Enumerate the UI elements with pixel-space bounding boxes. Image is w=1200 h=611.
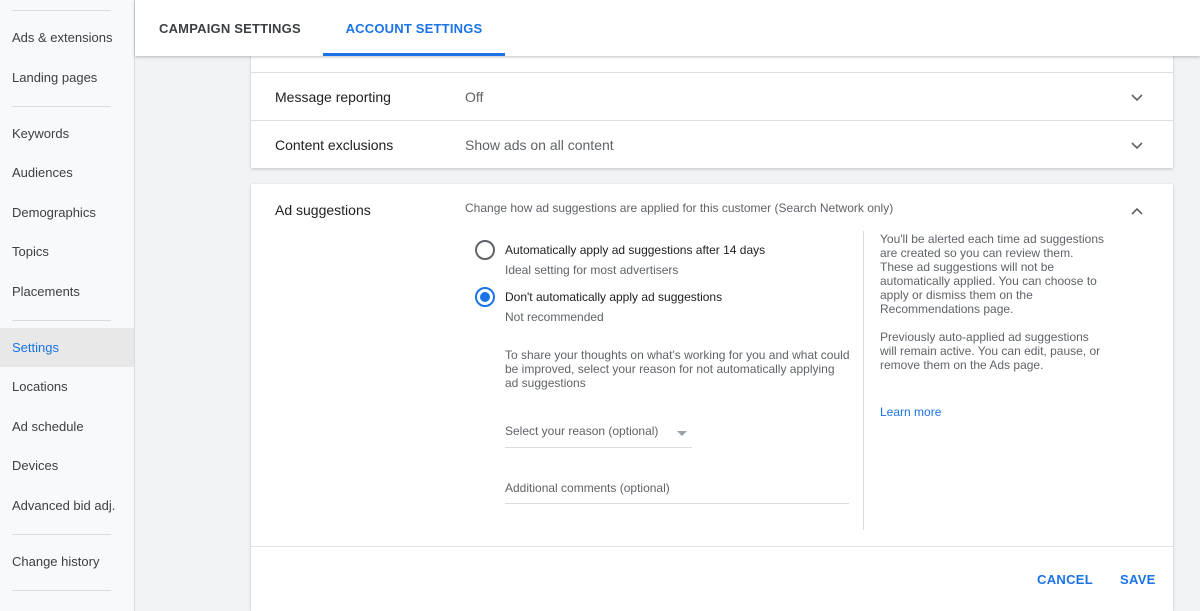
dont-auto-apply-label[interactable]: Don't automatically apply ad suggestions xyxy=(505,290,722,304)
row-label: Content exclusions xyxy=(275,136,394,153)
info-text-previous: Previously auto-applied ad suggestions w… xyxy=(880,330,1101,372)
ad-suggestions-description: Change how ad suggestions are applied fo… xyxy=(465,201,894,215)
active-tab-indicator xyxy=(323,53,505,56)
sidebar-divider xyxy=(12,106,111,107)
sidebar-item-audiences[interactable]: Audiences xyxy=(0,153,134,192)
learn-more-link[interactable]: Learn more xyxy=(880,405,941,419)
sidebar-item-topics[interactable]: Topics xyxy=(0,232,134,271)
sidebar-nav: Ads & extensions Landing pages Keywords … xyxy=(0,0,135,611)
sidebar-item-landing-pages[interactable]: Landing pages xyxy=(0,58,134,97)
tab-account-settings[interactable]: ACCOUNT SETTINGS xyxy=(323,0,505,56)
sidebar-item-keywords[interactable]: Keywords xyxy=(0,114,134,153)
content-exclusions-row[interactable]: Content exclusions Show ads on all conte… xyxy=(251,120,1173,168)
chevron-down-icon[interactable] xyxy=(1129,89,1145,105)
message-reporting-row[interactable]: Message reporting Off xyxy=(251,72,1173,120)
row-value: Off xyxy=(465,88,484,105)
sidebar-item-advanced-bid-adj[interactable]: Advanced bid adj. xyxy=(0,486,134,525)
sidebar-item-settings[interactable]: Settings xyxy=(0,328,134,367)
ad-suggestions-card: Ad suggestions Change how ad suggestions… xyxy=(251,184,1173,611)
auto-apply-sublabel: Ideal setting for most advertisers xyxy=(505,263,679,277)
reason-select-value: Select your reason (optional) xyxy=(505,424,659,438)
dont-auto-apply-sublabel: Not recommended xyxy=(505,310,604,324)
save-button[interactable]: SAVE xyxy=(1120,566,1156,592)
info-text-alerts: You'll be alerted each time ad suggestio… xyxy=(880,232,1104,316)
additional-comments-input[interactable] xyxy=(505,472,849,504)
sidebar-item-ads-extensions[interactable]: Ads & extensions xyxy=(0,18,134,57)
row-value: Show ads on all content xyxy=(465,136,614,153)
reason-select[interactable]: Select your reason (optional) xyxy=(505,416,692,448)
feedback-prompt: To share your thoughts on what's working… xyxy=(505,348,850,390)
sidebar-item-change-history[interactable]: Change history xyxy=(0,542,134,581)
sidebar-item-devices[interactable]: Devices xyxy=(0,446,134,485)
chevron-up-icon[interactable] xyxy=(1129,204,1145,220)
sidebar-item-ad-schedule[interactable]: Ad schedule xyxy=(0,407,134,446)
ad-suggestions-title: Ad suggestions xyxy=(275,202,371,218)
sidebar-item-locations[interactable]: Locations xyxy=(0,367,134,406)
settings-tab-bar: CAMPAIGN SETTINGS ACCOUNT SETTINGS xyxy=(135,0,1200,56)
chevron-down-icon[interactable] xyxy=(1129,137,1145,153)
row-label: Message reporting xyxy=(275,88,391,105)
vertical-divider xyxy=(863,231,864,530)
cancel-button[interactable]: CANCEL xyxy=(1037,566,1093,592)
sidebar-item-demographics[interactable]: Demographics xyxy=(0,193,134,232)
dont-auto-apply-radio[interactable] xyxy=(475,287,495,307)
sidebar-item-placements[interactable]: Placements xyxy=(0,272,134,311)
auto-apply-radio[interactable] xyxy=(475,240,495,260)
sidebar-divider xyxy=(12,320,111,321)
sidebar-divider xyxy=(12,534,111,535)
auto-apply-label[interactable]: Automatically apply ad suggestions after… xyxy=(505,243,765,257)
tab-campaign-settings[interactable]: CAMPAIGN SETTINGS xyxy=(159,0,301,56)
sidebar-divider xyxy=(12,10,111,11)
sidebar-divider xyxy=(12,590,111,591)
dropdown-arrow-icon xyxy=(677,431,687,436)
footer-divider xyxy=(251,546,1173,547)
